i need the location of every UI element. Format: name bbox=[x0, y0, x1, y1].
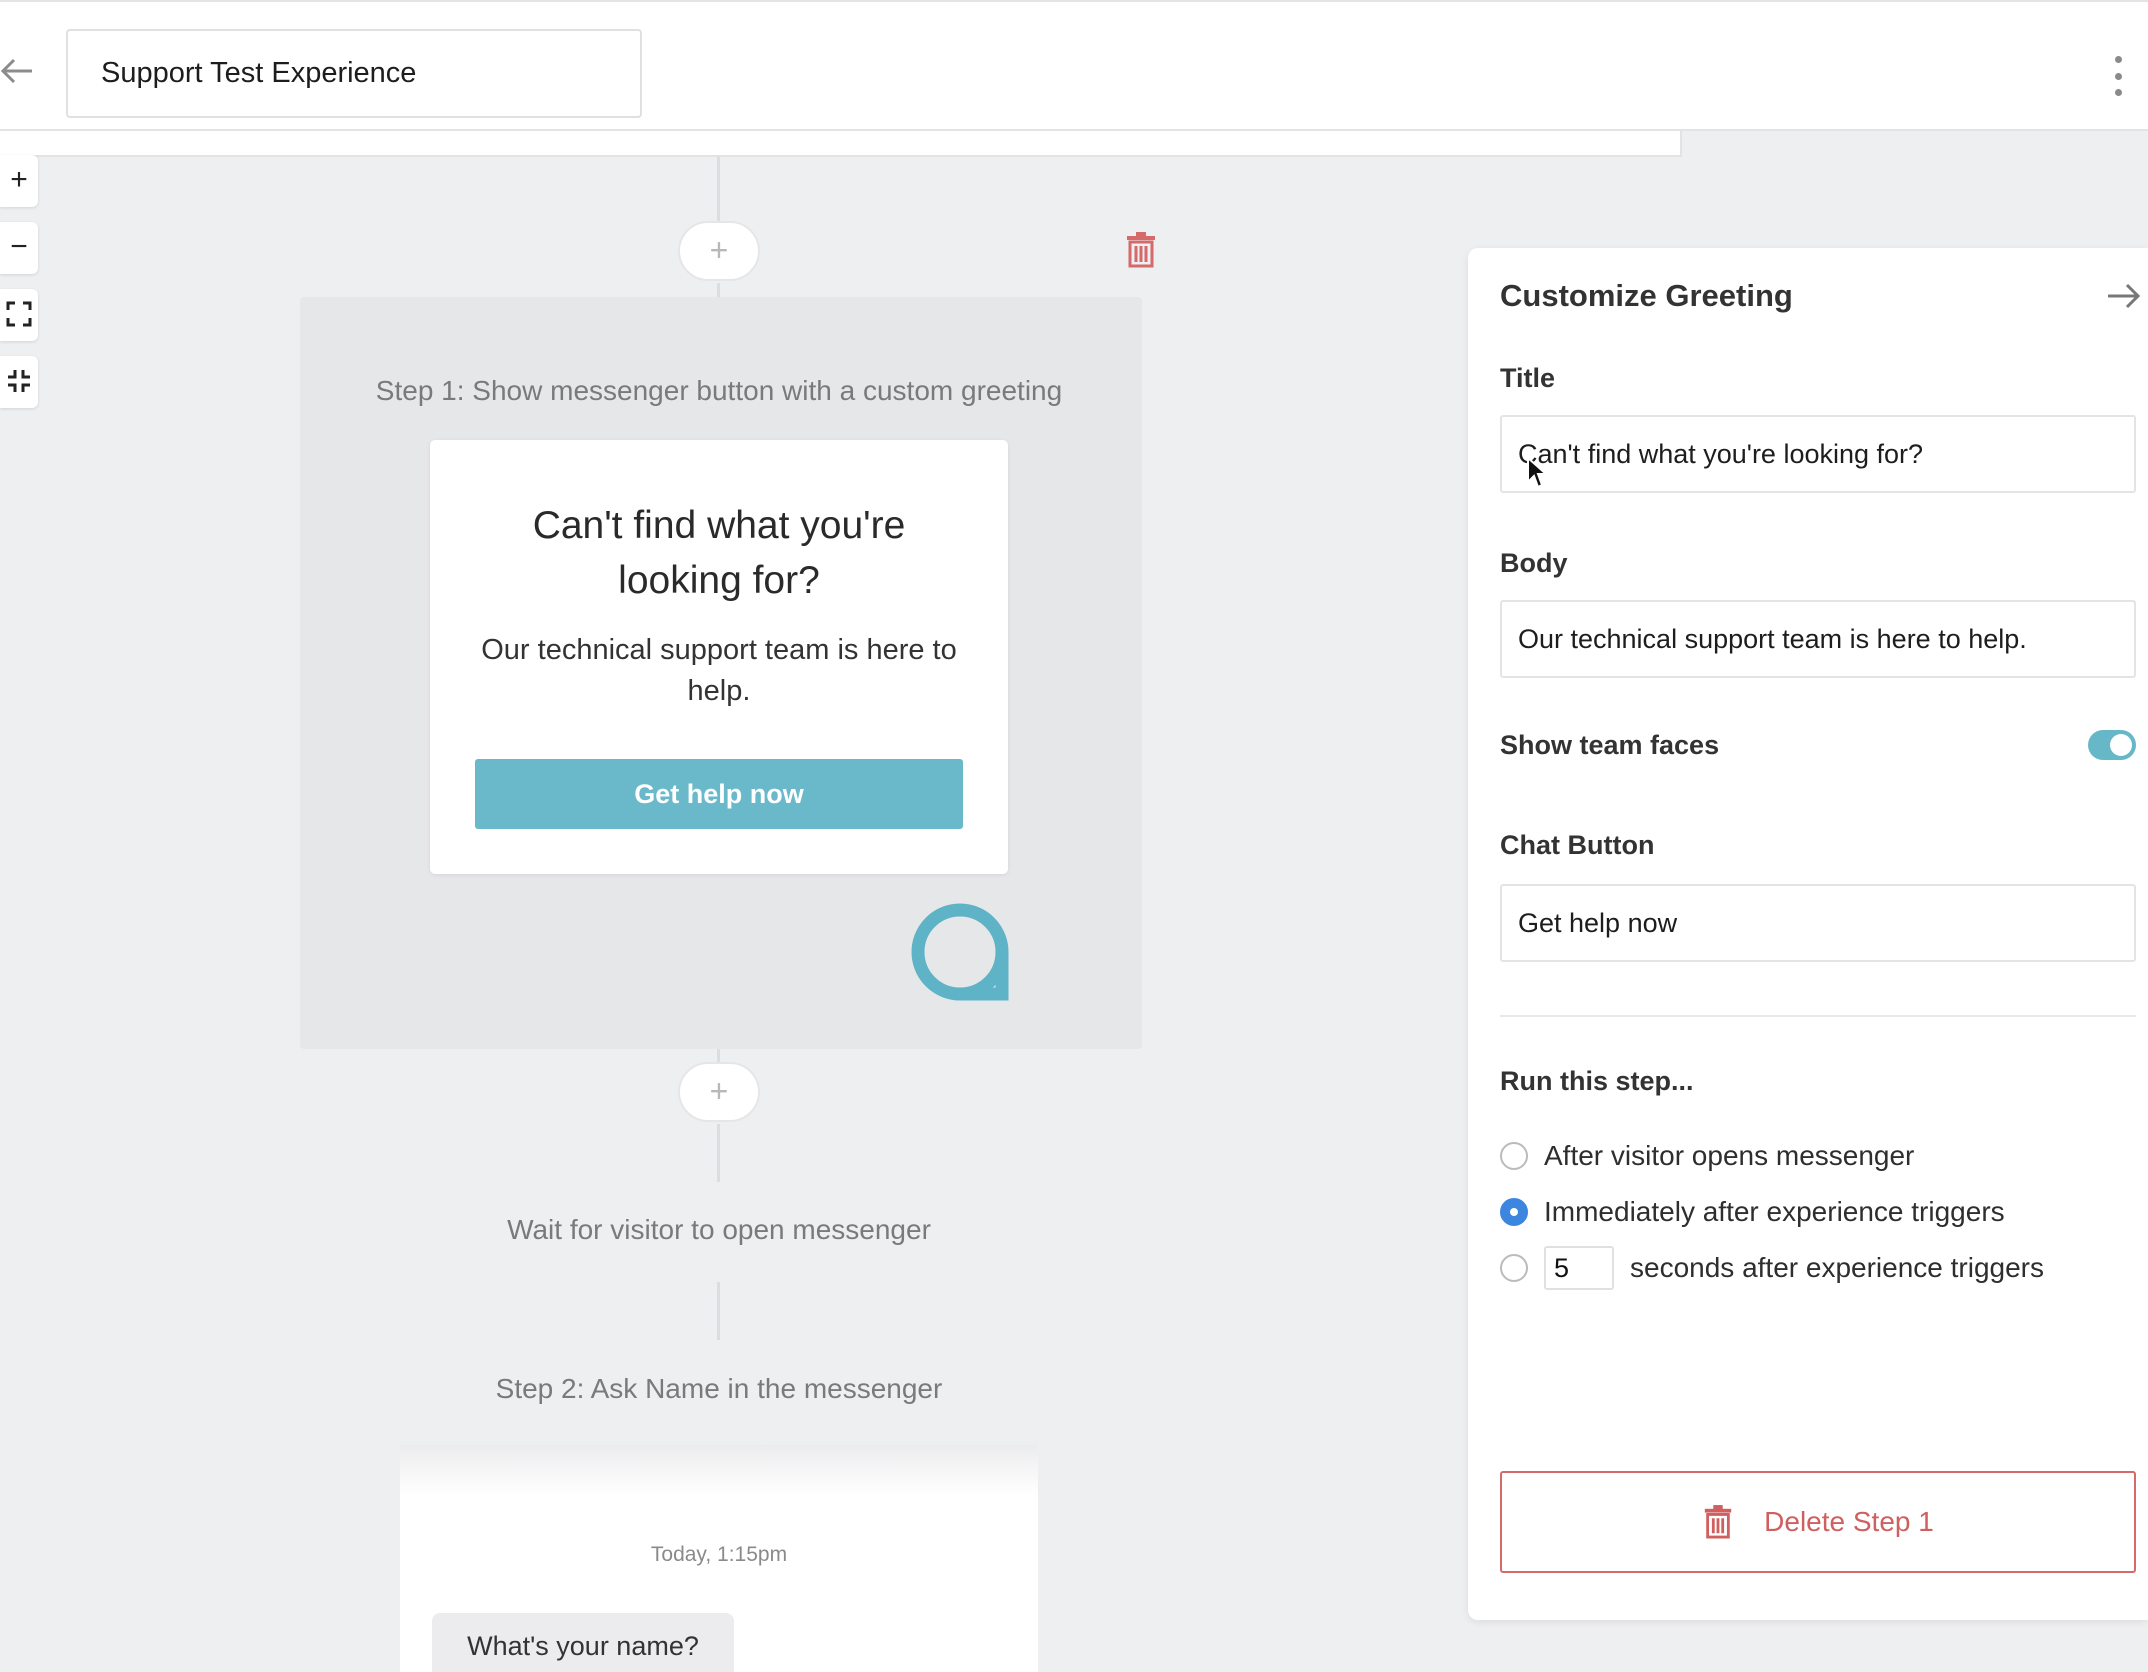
step2-messenger-preview[interactable]: Today, 1:15pm What's your name? bbox=[400, 1445, 1038, 1672]
greeting-card-preview: Can't find what you're looking for? Our … bbox=[430, 440, 1008, 874]
messenger-bubble-icon bbox=[910, 902, 1010, 1002]
zoom-out-button[interactable]: − bbox=[0, 222, 38, 274]
radio-seconds-after[interactable] bbox=[1500, 1254, 1528, 1282]
radio-after-open[interactable] bbox=[1500, 1142, 1528, 1170]
body-input[interactable] bbox=[1500, 600, 2136, 678]
greeting-cta-button[interactable]: Get help now bbox=[475, 759, 963, 829]
zoom-in-button[interactable]: + bbox=[0, 155, 38, 207]
chat-timestamp: Today, 1:15pm bbox=[650, 1543, 788, 1566]
run-option-after-open[interactable]: After visitor opens messenger bbox=[1500, 1138, 1914, 1174]
chat-button-input[interactable] bbox=[1500, 884, 2136, 962]
add-step-button[interactable]: + bbox=[678, 1062, 760, 1122]
delete-step-trash-icon[interactable] bbox=[1124, 232, 1158, 268]
radio-label: After visitor opens messenger bbox=[1544, 1140, 1915, 1171]
customize-greeting-panel: Customize Greeting Title Body Show team … bbox=[1468, 248, 2148, 1620]
flow-connector bbox=[717, 1282, 720, 1340]
body-field-label: Body bbox=[1500, 548, 1568, 578]
chat-button-field-label: Chat Button bbox=[1500, 830, 1655, 860]
radio-label: seconds after experience triggers bbox=[1630, 1252, 2044, 1283]
title-field-label: Title bbox=[1500, 363, 1556, 393]
fit-screen-button[interactable] bbox=[0, 289, 38, 341]
panel-title: Customize Greeting bbox=[1500, 278, 1793, 313]
close-panel-arrow-icon[interactable] bbox=[2106, 278, 2142, 314]
greeting-title: Can't find what you're looking for? bbox=[532, 504, 906, 602]
step1-label: Step 1: Show messenger button with a cus… bbox=[375, 375, 1063, 406]
toolbar-strip bbox=[0, 131, 1682, 157]
chat-message-bubble: What's your name? bbox=[432, 1613, 734, 1672]
flow-connector bbox=[717, 157, 720, 221]
top-bar: Support Test Experience bbox=[0, 0, 2148, 131]
run-option-seconds-after[interactable]: seconds after experience triggers bbox=[1500, 1246, 2044, 1290]
fullscreen-icon bbox=[6, 301, 32, 327]
flow-connector bbox=[717, 1049, 720, 1062]
add-step-button[interactable]: + bbox=[678, 221, 760, 281]
radio-immediately[interactable] bbox=[1500, 1198, 1528, 1226]
title-input[interactable] bbox=[1500, 415, 2136, 493]
wait-step-label: Wait for visitor to open messenger bbox=[507, 1214, 931, 1245]
team-faces-label: Show team faces bbox=[1500, 730, 1720, 760]
section-divider bbox=[1500, 1015, 2136, 1017]
kebab-menu-icon[interactable] bbox=[2112, 56, 2124, 96]
run-option-immediately[interactable]: Immediately after experience triggers bbox=[1500, 1194, 2005, 1230]
radio-label: Immediately after experience triggers bbox=[1544, 1196, 2005, 1227]
seconds-input[interactable] bbox=[1544, 1246, 1614, 1290]
flow-connector bbox=[717, 1124, 720, 1182]
flow-connector bbox=[717, 283, 720, 297]
mouse-cursor-icon bbox=[1526, 455, 1549, 490]
delete-step-button[interactable]: Delete Step 1 bbox=[1500, 1471, 2136, 1573]
delete-step-label: Delete Step 1 bbox=[1764, 1506, 1934, 1537]
team-faces-toggle[interactable] bbox=[2088, 730, 2136, 760]
greeting-body: Our technical support team is here to he… bbox=[481, 634, 957, 707]
trash-icon bbox=[1704, 1505, 1732, 1539]
run-step-label: Run this step... bbox=[1500, 1066, 1694, 1096]
experience-name-field[interactable]: Support Test Experience bbox=[66, 29, 642, 118]
back-arrow-icon[interactable] bbox=[0, 54, 34, 88]
step2-label: Step 2: Ask Name in the messenger bbox=[495, 1373, 943, 1404]
